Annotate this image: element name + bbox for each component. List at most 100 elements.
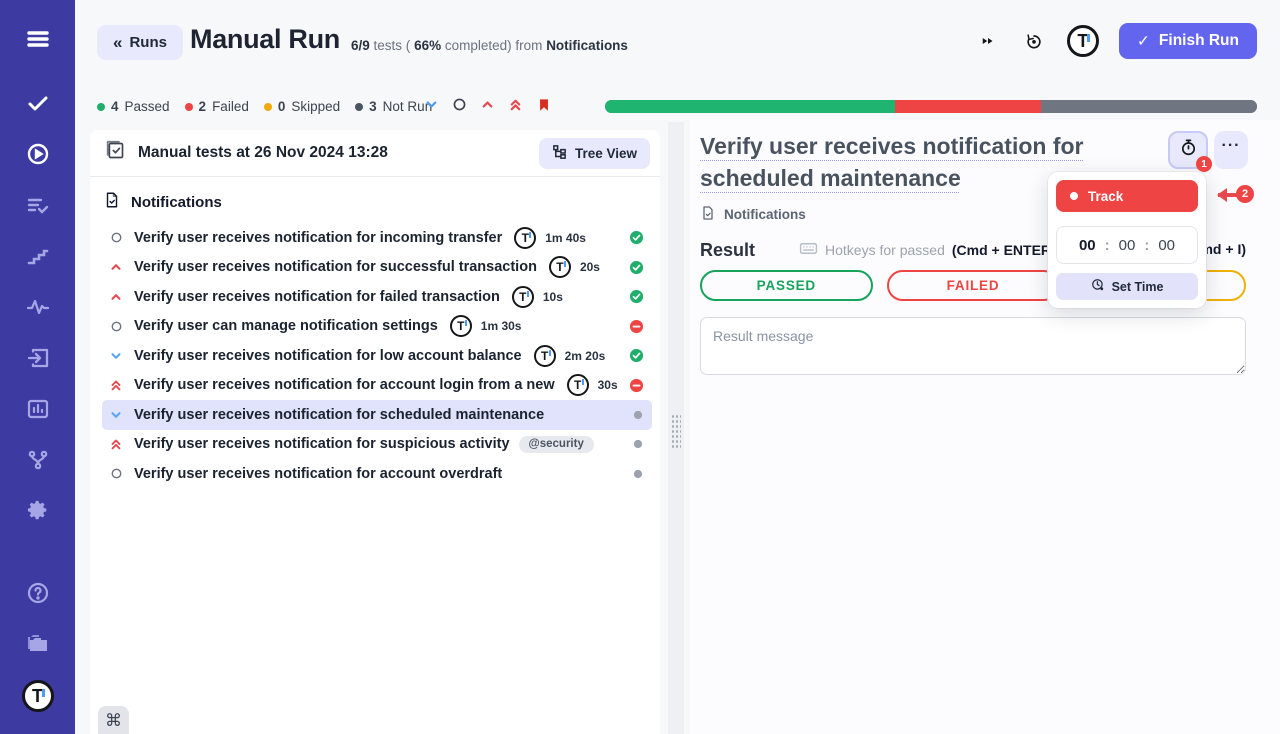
legend-item[interactable]: 4Passed: [97, 99, 170, 114]
legend-item[interactable]: 0Skipped: [264, 99, 340, 114]
status-passed-icon: [629, 348, 644, 363]
priority-highest-icon: [108, 437, 124, 451]
filter-bookmark-icon[interactable]: [535, 96, 552, 113]
filter-priority-highest-icon[interactable]: [507, 96, 524, 113]
status-notrun-icon: [632, 438, 644, 450]
test-row-title: Verify user receives notification for ac…: [134, 377, 555, 393]
file-check-icon: [103, 191, 121, 213]
priority-high-icon: [108, 290, 124, 304]
test-duration: 1m 40s: [545, 231, 586, 245]
command-shortcut-button[interactable]: ⌘: [98, 706, 129, 734]
test-row-title: Verify user receives notification for in…: [134, 230, 502, 246]
time-display[interactable]: 00 : 00 : 00: [1056, 226, 1198, 264]
sidebar: T: [0, 0, 75, 734]
test-tag-badge[interactable]: @security: [519, 436, 594, 453]
test-row[interactable]: Verify user receives notification for su…: [102, 253, 652, 283]
test-row[interactable]: Verify user receives notification for su…: [102, 430, 652, 460]
annotation-badge-1: 1: [1196, 156, 1212, 172]
help-icon[interactable]: [23, 578, 53, 608]
test-row[interactable]: Verify user receives notification for ac…: [102, 459, 652, 489]
test-duration: 20s: [580, 260, 600, 274]
progress-segment-not_run: [1041, 100, 1257, 113]
test-row-title: Verify user receives notification for fa…: [134, 289, 500, 305]
priority-low-icon: [108, 349, 124, 363]
status-dot-icon: [264, 103, 272, 111]
result-message-input[interactable]: [700, 317, 1246, 375]
priority-normal-icon: [108, 320, 124, 333]
test-duration: 10s: [543, 290, 563, 304]
more-options-button[interactable]: ···: [1214, 131, 1248, 169]
test-duration: 30s: [598, 378, 618, 392]
test-detail-panel: Verify user receives notification for sc…: [690, 120, 1280, 734]
priority-normal-icon: [108, 231, 124, 244]
steps-icon[interactable]: [23, 241, 53, 271]
status-row: 4Passed 2Failed 0Skipped 3Not Run: [75, 96, 1280, 120]
legend-item[interactable]: 2Failed: [185, 99, 249, 114]
testomat-logo-icon: T: [549, 256, 571, 278]
back-to-runs-button[interactable]: « Runs: [97, 25, 183, 60]
test-row[interactable]: Verify user receives notification for in…: [102, 223, 652, 253]
panel-resize-handle[interactable]: [668, 122, 684, 734]
test-row-title: Verify user receives notification for ac…: [134, 466, 502, 482]
chevrons-left-icon: «: [113, 33, 122, 53]
import-icon[interactable]: [23, 343, 53, 373]
test-breadcrumb[interactable]: Notifications: [700, 205, 806, 224]
file-check-icon: [700, 205, 716, 224]
check-icon: ✓: [1137, 32, 1150, 51]
status-dot-icon: [355, 103, 363, 111]
status-dot-icon: [97, 103, 105, 111]
app-logo-icon[interactable]: T: [1067, 25, 1099, 57]
tests-check-icon[interactable]: [23, 88, 53, 118]
test-row-title: Verify user can manage notification sett…: [134, 318, 438, 334]
status-passed-icon: [629, 289, 644, 304]
set-time-button[interactable]: Set Time: [1056, 273, 1198, 300]
status-failed-icon: [629, 378, 644, 393]
test-row-title: Verify user receives notification for sc…: [134, 407, 544, 423]
settings-gear-icon[interactable]: [23, 496, 53, 526]
menu-icon[interactable]: [23, 24, 53, 54]
tree-view-button[interactable]: Tree View: [539, 138, 650, 169]
hotkeys-hint-fragment: md + I): [1200, 241, 1246, 257]
legend-item[interactable]: 3Not Run: [355, 99, 432, 114]
suite-folder-row[interactable]: Notifications: [90, 177, 660, 219]
keyboard-icon: [799, 239, 818, 261]
filter-priority-high-icon[interactable]: [479, 96, 496, 113]
testomat-logo-icon: T: [534, 345, 556, 367]
page-title: Manual Run: [190, 24, 340, 55]
run-list-title: Manual tests at 26 Nov 2024 13:28: [138, 144, 388, 162]
priority-high-icon: [108, 260, 124, 274]
finish-run-button[interactable]: ✓ Finish Run: [1119, 23, 1257, 59]
pulse-icon[interactable]: [23, 292, 53, 322]
runs-play-icon[interactable]: [23, 139, 53, 169]
test-row[interactable]: Verify user receives notification for lo…: [102, 341, 652, 371]
testomat-logo-icon: T: [512, 286, 534, 308]
status-passed-icon: [629, 260, 644, 275]
logo-icon[interactable]: T: [22, 680, 54, 712]
test-row[interactable]: Verify user can manage notification sett…: [102, 312, 652, 342]
priority-low-icon: [108, 408, 124, 422]
status-notrun-icon: [632, 468, 644, 480]
run-progress-subtitle: 6/9 tests ( 66% completed) from Notifica…: [351, 38, 628, 53]
filter-priority-low-icon[interactable]: [423, 96, 440, 113]
test-row-title: Verify user receives notification for lo…: [134, 348, 522, 364]
test-row[interactable]: Verify user receives notification for fa…: [102, 282, 652, 312]
analytics-chart-icon[interactable]: [23, 394, 53, 424]
status-dot-icon: [185, 103, 193, 111]
tree-icon: [552, 144, 567, 162]
passed-button[interactable]: PASSED: [700, 270, 873, 301]
status-legend: 4Passed 2Failed 0Skipped 3Not Run: [97, 99, 432, 114]
branch-icon[interactable]: [23, 445, 53, 475]
grip-dots-icon: [671, 414, 681, 450]
projects-folder-icon[interactable]: [23, 629, 53, 659]
failed-button[interactable]: FAILED: [887, 270, 1060, 301]
timer-history-icon[interactable]: [1021, 28, 1047, 54]
priority-highest-icon: [108, 378, 124, 392]
testomat-logo-icon: T: [514, 227, 536, 249]
test-row[interactable]: Verify user receives notification for sc…: [102, 400, 652, 430]
fast-forward-icon[interactable]: [975, 28, 1001, 54]
test-row[interactable]: Verify user receives notification for ac…: [102, 371, 652, 401]
filter-priority-normal-icon[interactable]: [451, 96, 468, 113]
priority-filters: [423, 96, 552, 113]
plans-list-check-icon[interactable]: [23, 190, 53, 220]
track-button[interactable]: Track: [1056, 180, 1198, 212]
